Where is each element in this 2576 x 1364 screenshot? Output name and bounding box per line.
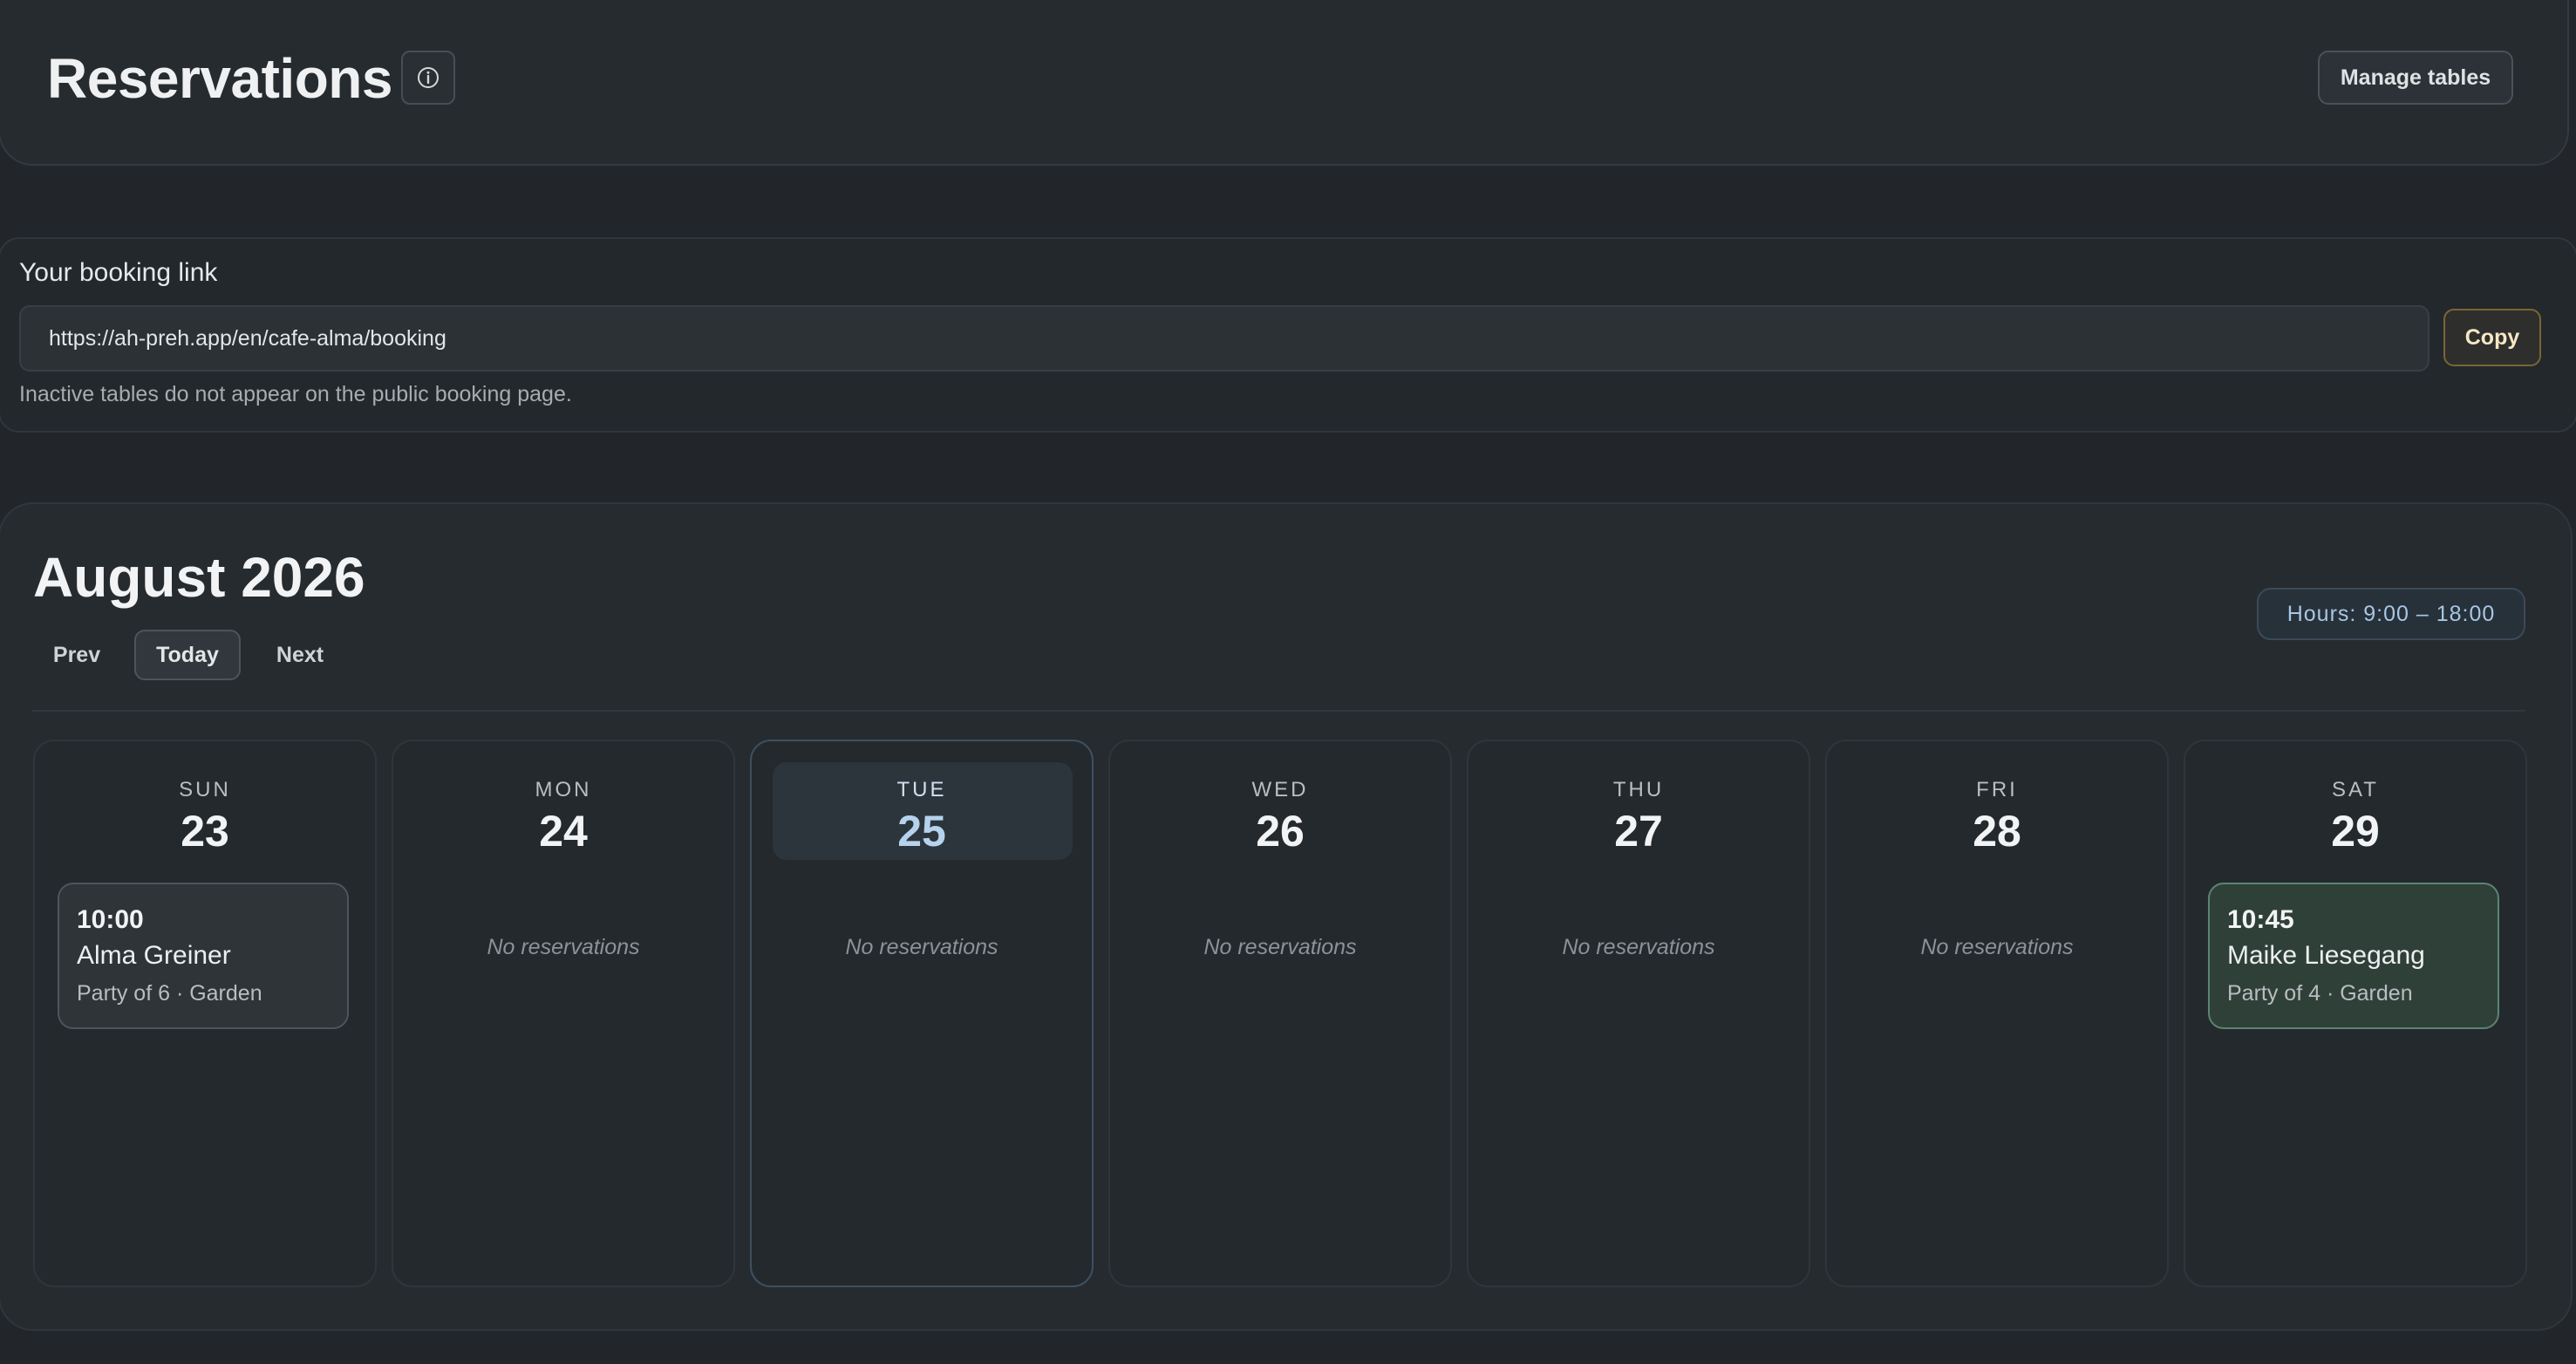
no-reservations-note: No reservations <box>1562 935 1715 959</box>
reservation-name: Maike Liesegang <box>2227 941 2425 970</box>
day-number: 29 <box>2331 807 2380 856</box>
info-button[interactable] <box>401 51 455 105</box>
next-button[interactable]: Next <box>262 630 338 680</box>
manage-tables-button[interactable]: Manage tables <box>2318 51 2513 105</box>
no-reservations-note: No reservations <box>1203 935 1357 959</box>
day-column-mon[interactable]: MON 24 No reservations <box>392 740 735 1287</box>
reservation-details: Party of 4 · Garden <box>2227 981 2413 1006</box>
reservation-time: 10:45 <box>2227 905 2294 934</box>
info-circle-icon <box>418 67 439 88</box>
booking-link-hint: Inactive tables do not appear on the pub… <box>19 382 572 406</box>
day-number: 27 <box>1614 807 1663 856</box>
reservation-name: Alma Greiner <box>77 941 231 970</box>
day-column-tue-today[interactable]: TUE 25 No reservations <box>750 740 1094 1287</box>
booking-link-field[interactable] <box>19 305 2429 372</box>
day-of-week: MON <box>535 778 592 801</box>
day-of-week: SAT <box>2332 778 2379 801</box>
booking-link-label: Your booking link <box>19 258 218 287</box>
day-number: 26 <box>1256 807 1305 856</box>
reservation-time: 10:00 <box>77 905 144 934</box>
reservation-details: Party of 6 · Garden <box>77 981 262 1006</box>
reservation-card[interactable]: 10:00 Alma Greiner Party of 6 · Garden <box>58 883 349 1029</box>
day-number: 24 <box>539 807 588 856</box>
copy-button[interactable]: Copy <box>2443 309 2541 366</box>
no-reservations-note: No reservations <box>487 935 640 959</box>
no-reservations-note: No reservations <box>1920 935 2074 959</box>
day-of-week: TUE <box>896 778 947 801</box>
page-title: Reservations <box>47 47 392 110</box>
day-of-week: FRI <box>1976 778 2018 801</box>
month-title: August 2026 <box>33 546 365 609</box>
day-number: 28 <box>1973 807 2021 856</box>
reservation-card[interactable]: 10:45 Maike Liesegang Party of 4 · Garde… <box>2208 883 2499 1029</box>
day-column-sun[interactable]: SUN 23 10:00 Alma Greiner Party of 6 · G… <box>33 740 377 1287</box>
day-number: 23 <box>181 807 229 856</box>
day-of-week: SUN <box>179 778 231 801</box>
prev-button[interactable]: Prev <box>38 630 115 680</box>
day-of-week: THU <box>1612 778 1665 801</box>
day-of-week: WED <box>1251 778 1309 801</box>
today-button[interactable]: Today <box>134 630 241 680</box>
hours-badge: Hours: 9:00 – 18:00 <box>2257 588 2525 640</box>
day-column-sat[interactable]: SAT 29 10:45 Maike Liesegang Party of 4 … <box>2184 740 2527 1287</box>
divider <box>31 710 2525 712</box>
day-column-wed[interactable]: WED 26 No reservations <box>1108 740 1452 1287</box>
day-number: 25 <box>897 807 946 856</box>
no-reservations-note: No reservations <box>845 935 998 959</box>
day-column-fri[interactable]: FRI 28 No reservations <box>1825 740 2169 1287</box>
day-column-thu[interactable]: THU 27 No reservations <box>1467 740 1810 1287</box>
